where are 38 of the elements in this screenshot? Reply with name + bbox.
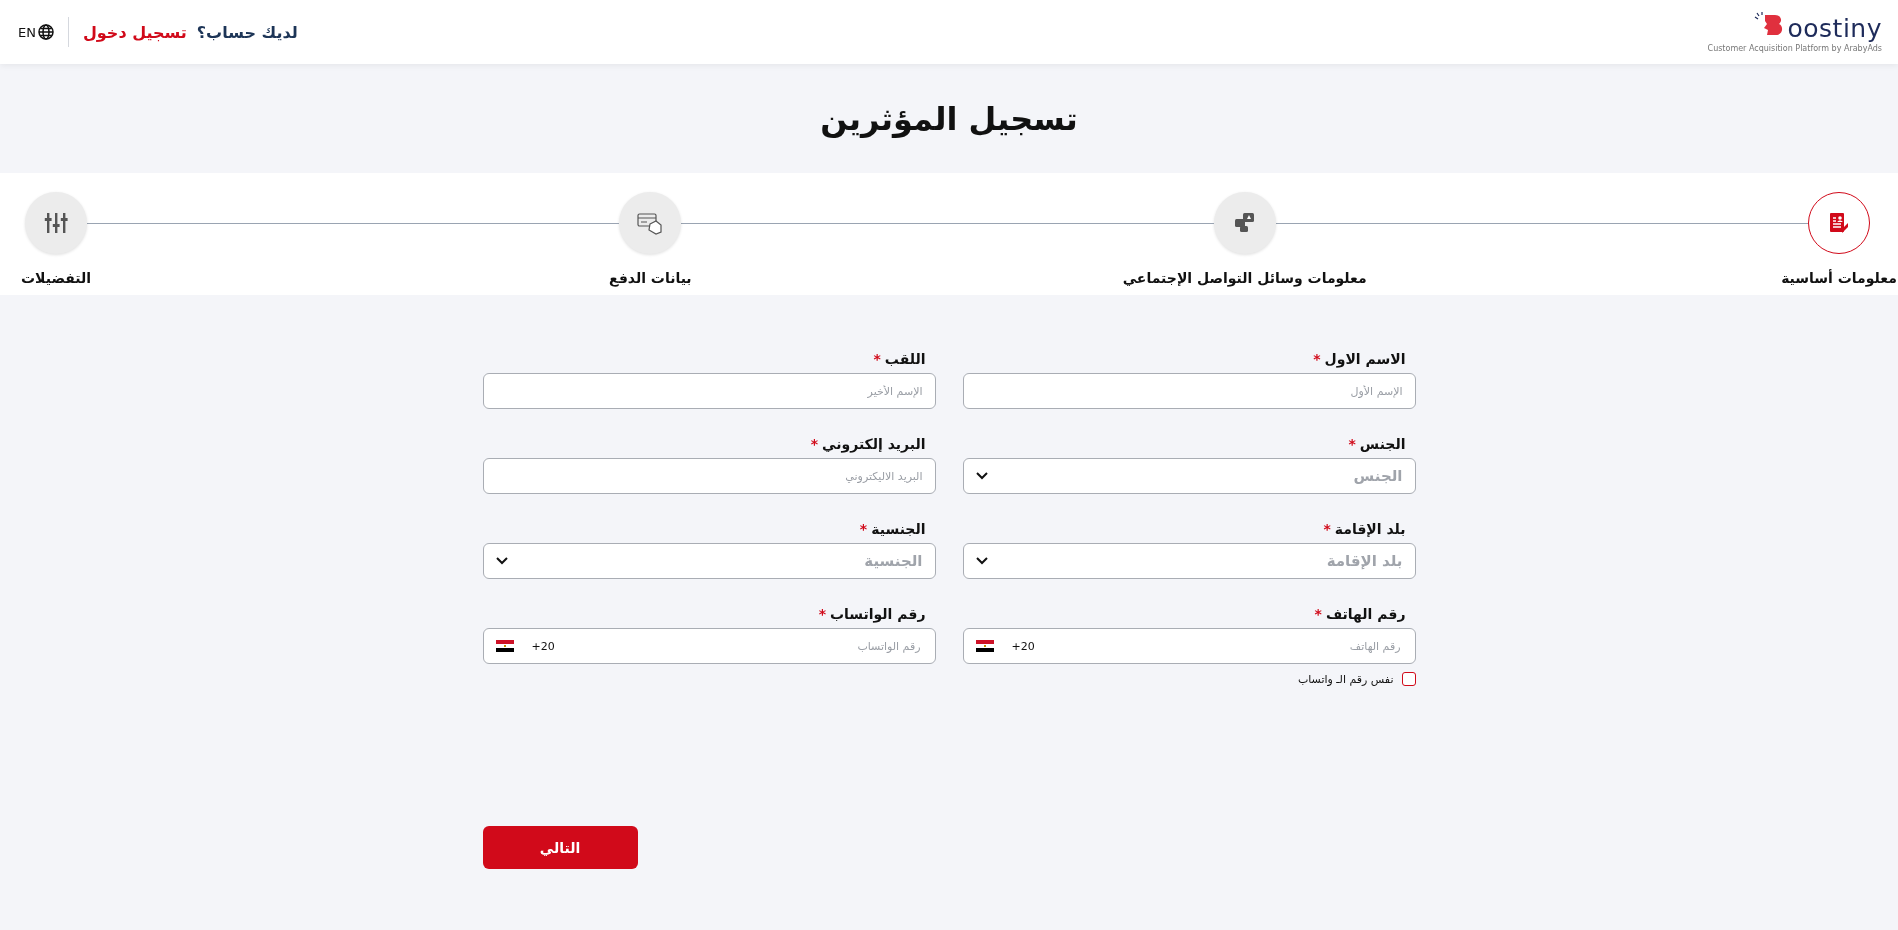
field-label: بلد الإقامة * [1322, 521, 1407, 537]
chevron-down-icon [975, 557, 988, 565]
field-label: اللقب * [872, 351, 927, 367]
dial-code: +20 [531, 639, 555, 653]
next-button[interactable]: التالي [482, 826, 638, 869]
text-field[interactable]: الإسم الأول [962, 373, 1416, 409]
text-field[interactable]: الإسم الأخير [482, 373, 936, 409]
account-question: لديك حساب؟ [196, 22, 298, 42]
field-label: الجنسية * [858, 521, 927, 537]
step-circle[interactable] [25, 192, 87, 254]
globe-icon [37, 24, 54, 40]
chevron-down-icon [495, 557, 508, 565]
checkbox[interactable] [1401, 672, 1416, 686]
phone-input[interactable]: رقم الهاتف [1044, 638, 1403, 654]
logo-text: oostiny [1787, 16, 1882, 41]
step-label: معلومات وسائل التواصل الإجتماعي [1122, 270, 1367, 286]
phone-input[interactable]: رقم الواتساب [564, 638, 923, 654]
dial-code: +20 [1011, 639, 1035, 653]
language-button[interactable]: EN [18, 24, 54, 40]
step-label: بيانات الدفع [609, 270, 692, 286]
field-label: رقم الواتساب * [817, 606, 927, 622]
field-label: الجنس * [1347, 436, 1407, 452]
sliders-icon [43, 210, 69, 236]
chevron-down-icon [975, 472, 988, 480]
logo-tagline: Customer Acquisition Platform by ArabyAds [1707, 44, 1882, 53]
egypt-flag-icon [495, 640, 514, 652]
document-user-icon [1827, 211, 1851, 235]
text-field[interactable]: البريد الاليكتروني [482, 458, 936, 494]
field-label: الاسم الاول * [1312, 351, 1407, 367]
page-title: تسجيل المؤثرين [820, 99, 1078, 138]
checkbox-label: نفس رقم الـ واتساب [1297, 672, 1394, 686]
step-circle[interactable] [1213, 192, 1276, 254]
egypt-flag-icon [975, 640, 994, 652]
step-label: التفضيلات [21, 270, 92, 286]
login-link[interactable]: تسجيل دخول [82, 22, 187, 42]
field-label: رقم الهاتف * [1313, 606, 1407, 622]
field-label: البريد إلكتروني * [809, 436, 927, 452]
step-label: معلومات أساسية [1781, 270, 1897, 286]
